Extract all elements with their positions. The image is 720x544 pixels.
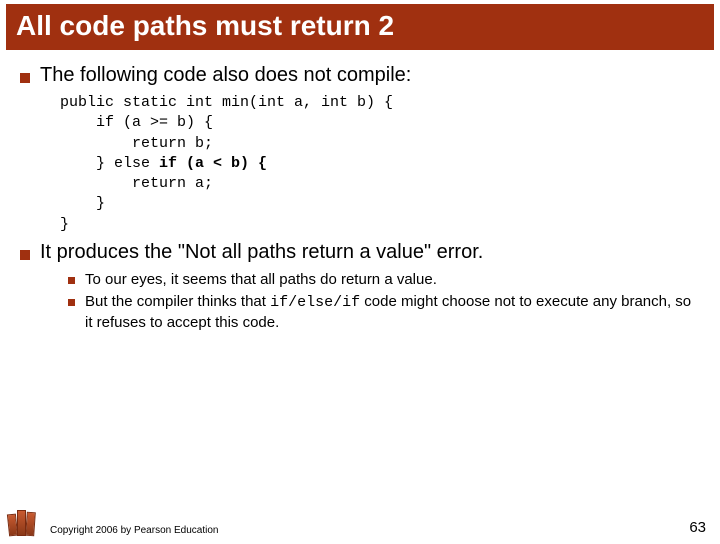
slide-title: All code paths must return 2 [6,4,714,50]
bullet-icon [20,250,30,260]
bullet-text: It produces the "Not all paths return a … [40,241,483,264]
footer-left: Copyright 2006 by Pearson Education [8,506,218,536]
sub-bullet-item: To our eyes, it seems that all paths do … [68,270,700,290]
sub-bullet-item: But the compiler thinks that if/else/if … [68,292,700,334]
bullet-icon [20,73,30,83]
bullet-item-2: It produces the "Not all paths return a … [20,241,700,264]
bullet-icon [68,299,75,306]
sub-bullet-text: To our eyes, it seems that all paths do … [85,270,437,290]
slide-body: The following code also does not compile… [0,50,720,334]
sub-bullet-list: To our eyes, it seems that all paths do … [68,270,700,334]
bullet-text: The following code also does not compile… [40,64,411,87]
copyright-text: Copyright 2006 by Pearson Education [50,525,218,536]
books-icon [8,506,42,536]
bullet-item-1: The following code also does not compile… [20,64,700,87]
sub-bullet-text: But the compiler thinks that if/else/if … [85,292,700,334]
code-block: public static int min(int a, int b) { if… [60,93,700,235]
bullet-icon [68,277,75,284]
page-number: 63 [689,519,706,536]
slide-footer: Copyright 2006 by Pearson Education 63 [0,506,720,536]
